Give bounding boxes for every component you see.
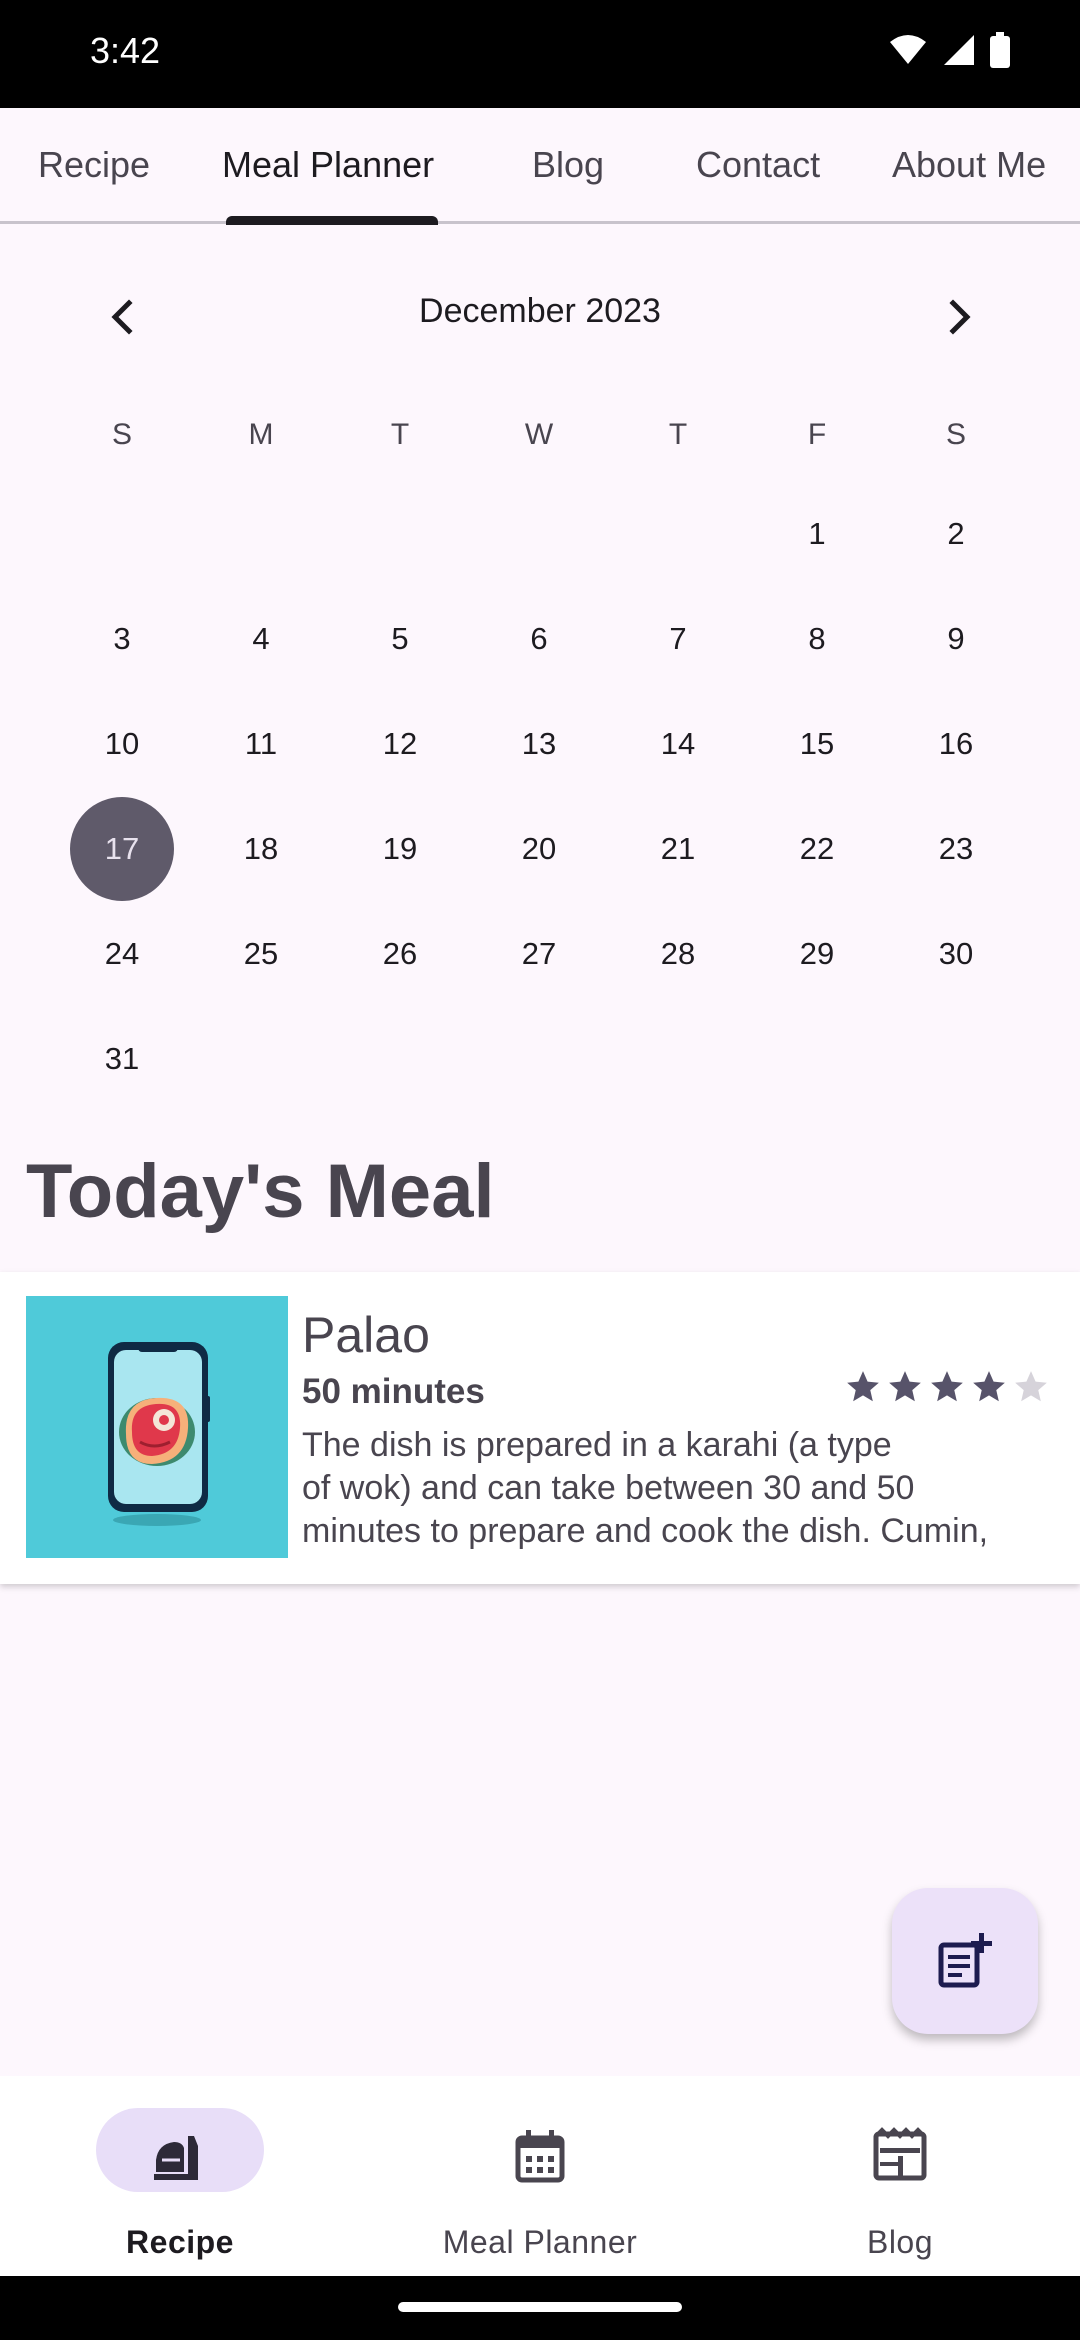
tab-about-me[interactable]: About Me: [892, 144, 1046, 186]
meal-card[interactable]: Palao 50 minutes The dish is prepared in…: [0, 1272, 1080, 1584]
tab-meal-planner[interactable]: Meal Planner: [222, 144, 434, 186]
tab-contact[interactable]: Contact: [696, 144, 820, 186]
status-time: 3:42: [90, 30, 161, 71]
meal-description-line: The dish is prepared in a karahi (a type: [302, 1426, 892, 1464]
tab-recipe[interactable]: Recipe: [38, 144, 150, 186]
nav-label: Recipe: [126, 2224, 234, 2260]
chevron-left-icon[interactable]: [96, 290, 150, 344]
meal-image: [26, 1296, 288, 1558]
weekday-label: F: [807, 418, 827, 451]
weekday-label: W: [524, 418, 554, 451]
calendar-day[interactable]: 16: [904, 692, 1008, 796]
calendar-day[interactable]: 19: [348, 797, 452, 901]
calendar-day[interactable]: 18: [209, 797, 313, 901]
status-icons: [888, 32, 1010, 68]
calendar-day-selected[interactable]: 17: [70, 797, 174, 901]
recipe-icon: [154, 2136, 198, 2180]
calendar-day[interactable]: 7: [626, 587, 730, 691]
calendar-header: December 2023: [0, 280, 1080, 350]
battery-icon: [990, 32, 1010, 68]
nav-label: Meal Planner: [442, 2224, 638, 2260]
calendar-day[interactable]: 26: [348, 902, 452, 1006]
note-add-icon: [938, 1933, 992, 1988]
star-empty-icon: [1015, 1371, 1047, 1402]
calendar-day[interactable]: 31: [70, 1007, 174, 1111]
meal-description: The dish is prepared in a karahi (a type…: [302, 1424, 1062, 1553]
weekday-label: T: [668, 418, 688, 451]
rating-stars: [844, 1368, 1050, 1406]
calendar-icon: [515, 2130, 565, 2183]
bottom-navigation: Recipe Meal Planner Blog: [0, 2076, 1080, 2276]
calendar-day[interactable]: 28: [626, 902, 730, 1006]
star-filled-icon: [889, 1371, 921, 1402]
signal-icon: [944, 35, 974, 65]
tab-blog[interactable]: Blog: [532, 144, 604, 186]
calendar-day[interactable]: 9: [904, 587, 1008, 691]
calendar-day[interactable]: 12: [348, 692, 452, 796]
calendar-day[interactable]: 14: [626, 692, 730, 796]
home-handle[interactable]: [398, 2302, 682, 2312]
weekday-label: S: [111, 418, 132, 451]
meal-description-line: minutes to prepare and cook the dish. Cu…: [302, 1512, 989, 1550]
calendar-day[interactable]: 20: [487, 797, 591, 901]
calendar-day[interactable]: 25: [209, 902, 313, 1006]
calendar-day[interactable]: 22: [765, 797, 869, 901]
gesture-bar: [0, 2276, 1080, 2340]
weekday-label: T: [390, 418, 410, 451]
calendar-day[interactable]: 30: [904, 902, 1008, 1006]
section-title: Today's Meal: [26, 1149, 495, 1234]
blog-icon: [873, 2127, 927, 2181]
weekday-label: M: [248, 418, 274, 451]
nav-item-recipe[interactable]: Recipe: [0, 2076, 360, 2276]
calendar-day[interactable]: 4: [209, 587, 313, 691]
calendar-day[interactable]: 23: [904, 797, 1008, 901]
calendar-day[interactable]: 5: [348, 587, 452, 691]
calendar-month-title: December 2023: [419, 292, 661, 330]
star-filled-icon: [847, 1371, 879, 1402]
calendar-day[interactable]: 21: [626, 797, 730, 901]
add-note-button[interactable]: [892, 1888, 1038, 2034]
calendar-day[interactable]: 27: [487, 902, 591, 1006]
calendar-day[interactable]: 10: [70, 692, 174, 796]
calendar-day[interactable]: 24: [70, 902, 174, 1006]
calendar-day[interactable]: 6: [487, 587, 591, 691]
top-tab-bar: Recipe Meal Planner Blog Contact About M…: [0, 108, 1080, 225]
phone-steak-icon: [108, 1342, 210, 1526]
calendar-day[interactable]: 29: [765, 902, 869, 1006]
tab-indicator: [226, 216, 438, 225]
calendar-day[interactable]: 13: [487, 692, 591, 796]
meal-name: Palao: [302, 1307, 430, 1363]
meal-time: 50 minutes: [302, 1372, 485, 1411]
calendar-day[interactable]: 11: [209, 692, 313, 796]
meal-description-line: of wok) and can take between 30 and 50: [302, 1469, 915, 1507]
star-filled-icon: [973, 1371, 1005, 1402]
chevron-right-icon[interactable]: [932, 290, 986, 344]
calendar-day[interactable]: 3: [70, 587, 174, 691]
star-filled-icon: [931, 1371, 963, 1402]
nav-item-blog[interactable]: Blog: [720, 2076, 1080, 2276]
calendar-day[interactable]: 8: [765, 587, 869, 691]
nav-label: Blog: [866, 2224, 934, 2260]
wifi-icon: [890, 35, 926, 64]
calendar-day[interactable]: 15: [765, 692, 869, 796]
weekday-label: S: [945, 418, 966, 451]
calendar-day[interactable]: 2: [904, 482, 1008, 586]
nav-item-meal-planner[interactable]: Meal Planner: [360, 2076, 720, 2276]
calendar-day[interactable]: 1: [765, 482, 869, 586]
status-bar: 3:42: [0, 0, 1080, 108]
